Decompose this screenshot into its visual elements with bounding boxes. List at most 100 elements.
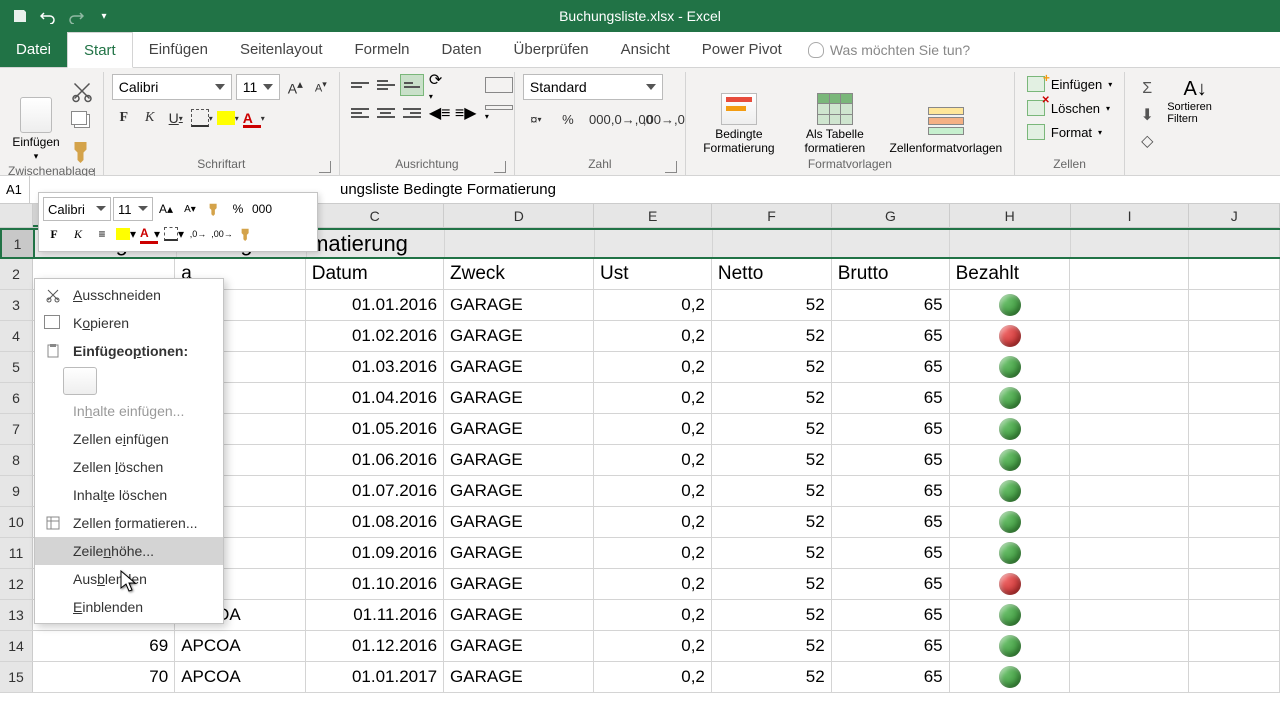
tab-data[interactable]: Daten <box>426 32 498 67</box>
align-middle-button[interactable] <box>374 74 398 96</box>
increase-decimal-button[interactable]: ,0→,00 <box>619 108 645 130</box>
name-box[interactable]: A1 <box>0 176 30 203</box>
mini-fill-color[interactable]: ▾ <box>115 223 137 245</box>
cell[interactable]: 52 <box>712 445 832 475</box>
mini-increase-font[interactable]: A▴ <box>155 198 177 220</box>
formula-text[interactable]: ungsliste Bedingte Formatierung <box>336 181 560 198</box>
cell[interactable]: 65 <box>832 290 950 320</box>
row-header[interactable]: 6 <box>0 383 33 413</box>
qat-dropdown-icon[interactable]: ▾ <box>92 4 116 28</box>
bold-button[interactable]: F <box>112 106 136 130</box>
dialog-launcher-icon[interactable] <box>665 161 677 173</box>
cell[interactable]: 52 <box>712 321 832 351</box>
comma-button[interactable]: 000 <box>587 108 613 130</box>
col-header-C[interactable]: C <box>306 204 444 227</box>
mini-percent[interactable]: % <box>227 198 249 220</box>
cell[interactable]: Datum <box>306 259 444 289</box>
cell[interactable]: 65 <box>832 507 950 537</box>
cell[interactable] <box>950 290 1071 320</box>
cell[interactable]: 52 <box>712 414 832 444</box>
mini-format-painter-2[interactable] <box>235 223 257 245</box>
cell[interactable]: 65 <box>832 445 950 475</box>
cm-cut[interactable]: Ausschneiden <box>35 281 223 309</box>
cut-button[interactable] <box>70 80 94 102</box>
tab-view[interactable]: Ansicht <box>605 32 686 67</box>
cell[interactable]: 65 <box>832 352 950 382</box>
cm-paste-normal[interactable] <box>63 367 97 395</box>
cell[interactable]: 0,2 <box>594 507 712 537</box>
cell[interactable] <box>1070 352 1189 382</box>
mini-font-color[interactable]: A▾ <box>139 223 161 245</box>
cell[interactable] <box>950 631 1071 661</box>
table-row[interactable]: 15 70 APCOA 01.01.2017 GARAGE 0,2 52 65 <box>0 662 1280 693</box>
align-bottom-button[interactable] <box>400 74 424 96</box>
cell[interactable]: 01.06.2016 <box>306 445 444 475</box>
cell[interactable]: GARAGE <box>444 631 594 661</box>
cm-insert-cells[interactable]: Zellen einfügen <box>35 425 223 453</box>
font-color-button[interactable]: A▾ <box>242 106 266 130</box>
cell[interactable]: GARAGE <box>444 352 594 382</box>
row-header[interactable]: 4 <box>0 321 33 351</box>
cell[interactable] <box>1070 414 1189 444</box>
row-header[interactable]: 9 <box>0 476 33 506</box>
cell[interactable]: GARAGE <box>444 569 594 599</box>
cell[interactable]: 52 <box>712 290 832 320</box>
insert-cells-button[interactable]: Einfügen ▾ <box>1023 74 1116 94</box>
cm-format-cells[interactable]: Zellen formatieren... <box>35 509 223 537</box>
copy-button[interactable] <box>70 110 94 132</box>
fill-button[interactable]: ⬇ <box>1133 104 1161 126</box>
cell[interactable] <box>1070 662 1189 692</box>
mini-increase-decimal[interactable]: ,0→ <box>187 223 209 245</box>
cell[interactable]: 65 <box>832 662 950 692</box>
orientation-button[interactable]: ⟳▾ <box>426 74 450 96</box>
cell[interactable] <box>713 230 833 257</box>
cell[interactable]: 01.12.2016 <box>306 631 444 661</box>
cell[interactable]: 65 <box>832 600 950 630</box>
row-header[interactable]: 8 <box>0 445 33 475</box>
row-header[interactable]: 15 <box>0 662 33 692</box>
cell[interactable]: 0,2 <box>594 538 712 568</box>
mini-decrease-decimal[interactable]: ,00→ <box>211 223 233 245</box>
tab-review[interactable]: Überprüfen <box>498 32 605 67</box>
cell[interactable]: GARAGE <box>444 290 594 320</box>
cell[interactable] <box>950 507 1071 537</box>
cell[interactable]: GARAGE <box>444 662 594 692</box>
cell[interactable] <box>950 538 1071 568</box>
increase-font-button[interactable]: A▴ <box>284 75 307 99</box>
tab-insert[interactable]: Einfügen <box>133 32 224 67</box>
decrease-font-button[interactable]: A▾ <box>311 77 331 97</box>
row-header[interactable]: 3 <box>0 290 33 320</box>
paste-button[interactable]: Einfügen▾ <box>8 74 64 162</box>
col-header-J[interactable]: J <box>1189 204 1280 227</box>
cm-copy[interactable]: Kopieren <box>35 309 223 337</box>
cell[interactable]: 0,2 <box>594 383 712 413</box>
cell[interactable]: Brutto <box>832 259 950 289</box>
cell[interactable]: 0,2 <box>594 414 712 444</box>
tab-layout[interactable]: Seitenlayout <box>224 32 339 67</box>
cell[interactable] <box>950 352 1071 382</box>
cell[interactable]: GARAGE <box>444 321 594 351</box>
italic-button[interactable]: K <box>138 106 162 130</box>
cell[interactable]: APCOA <box>175 631 306 661</box>
tab-file[interactable]: Datei <box>0 32 67 67</box>
font-size-select[interactable]: 11 <box>236 74 280 100</box>
table-row[interactable]: 14 69 APCOA 01.12.2016 GARAGE 0,2 52 65 <box>0 631 1280 662</box>
cell[interactable]: 65 <box>832 538 950 568</box>
row-header[interactable]: 2 <box>0 259 33 289</box>
cell[interactable] <box>1189 476 1280 506</box>
cell[interactable]: 01.10.2016 <box>306 569 444 599</box>
cell-styles-button[interactable]: Zellenformatvorlagen <box>886 74 1006 155</box>
cell[interactable] <box>1189 600 1280 630</box>
cell[interactable]: 65 <box>832 476 950 506</box>
cell[interactable] <box>1189 290 1280 320</box>
row-header[interactable]: 10 <box>0 507 33 537</box>
cm-unhide[interactable]: Einblenden <box>35 593 223 621</box>
decrease-indent-button[interactable]: ◀≡ <box>426 102 450 124</box>
cell[interactable]: 52 <box>712 352 832 382</box>
cell[interactable]: 01.04.2016 <box>306 383 444 413</box>
cell[interactable]: GARAGE <box>444 445 594 475</box>
cell[interactable] <box>950 321 1071 351</box>
mini-italic[interactable]: K <box>67 223 89 245</box>
cell[interactable]: 70 <box>33 662 175 692</box>
decrease-decimal-button[interactable]: ,00→,0 <box>651 108 677 130</box>
